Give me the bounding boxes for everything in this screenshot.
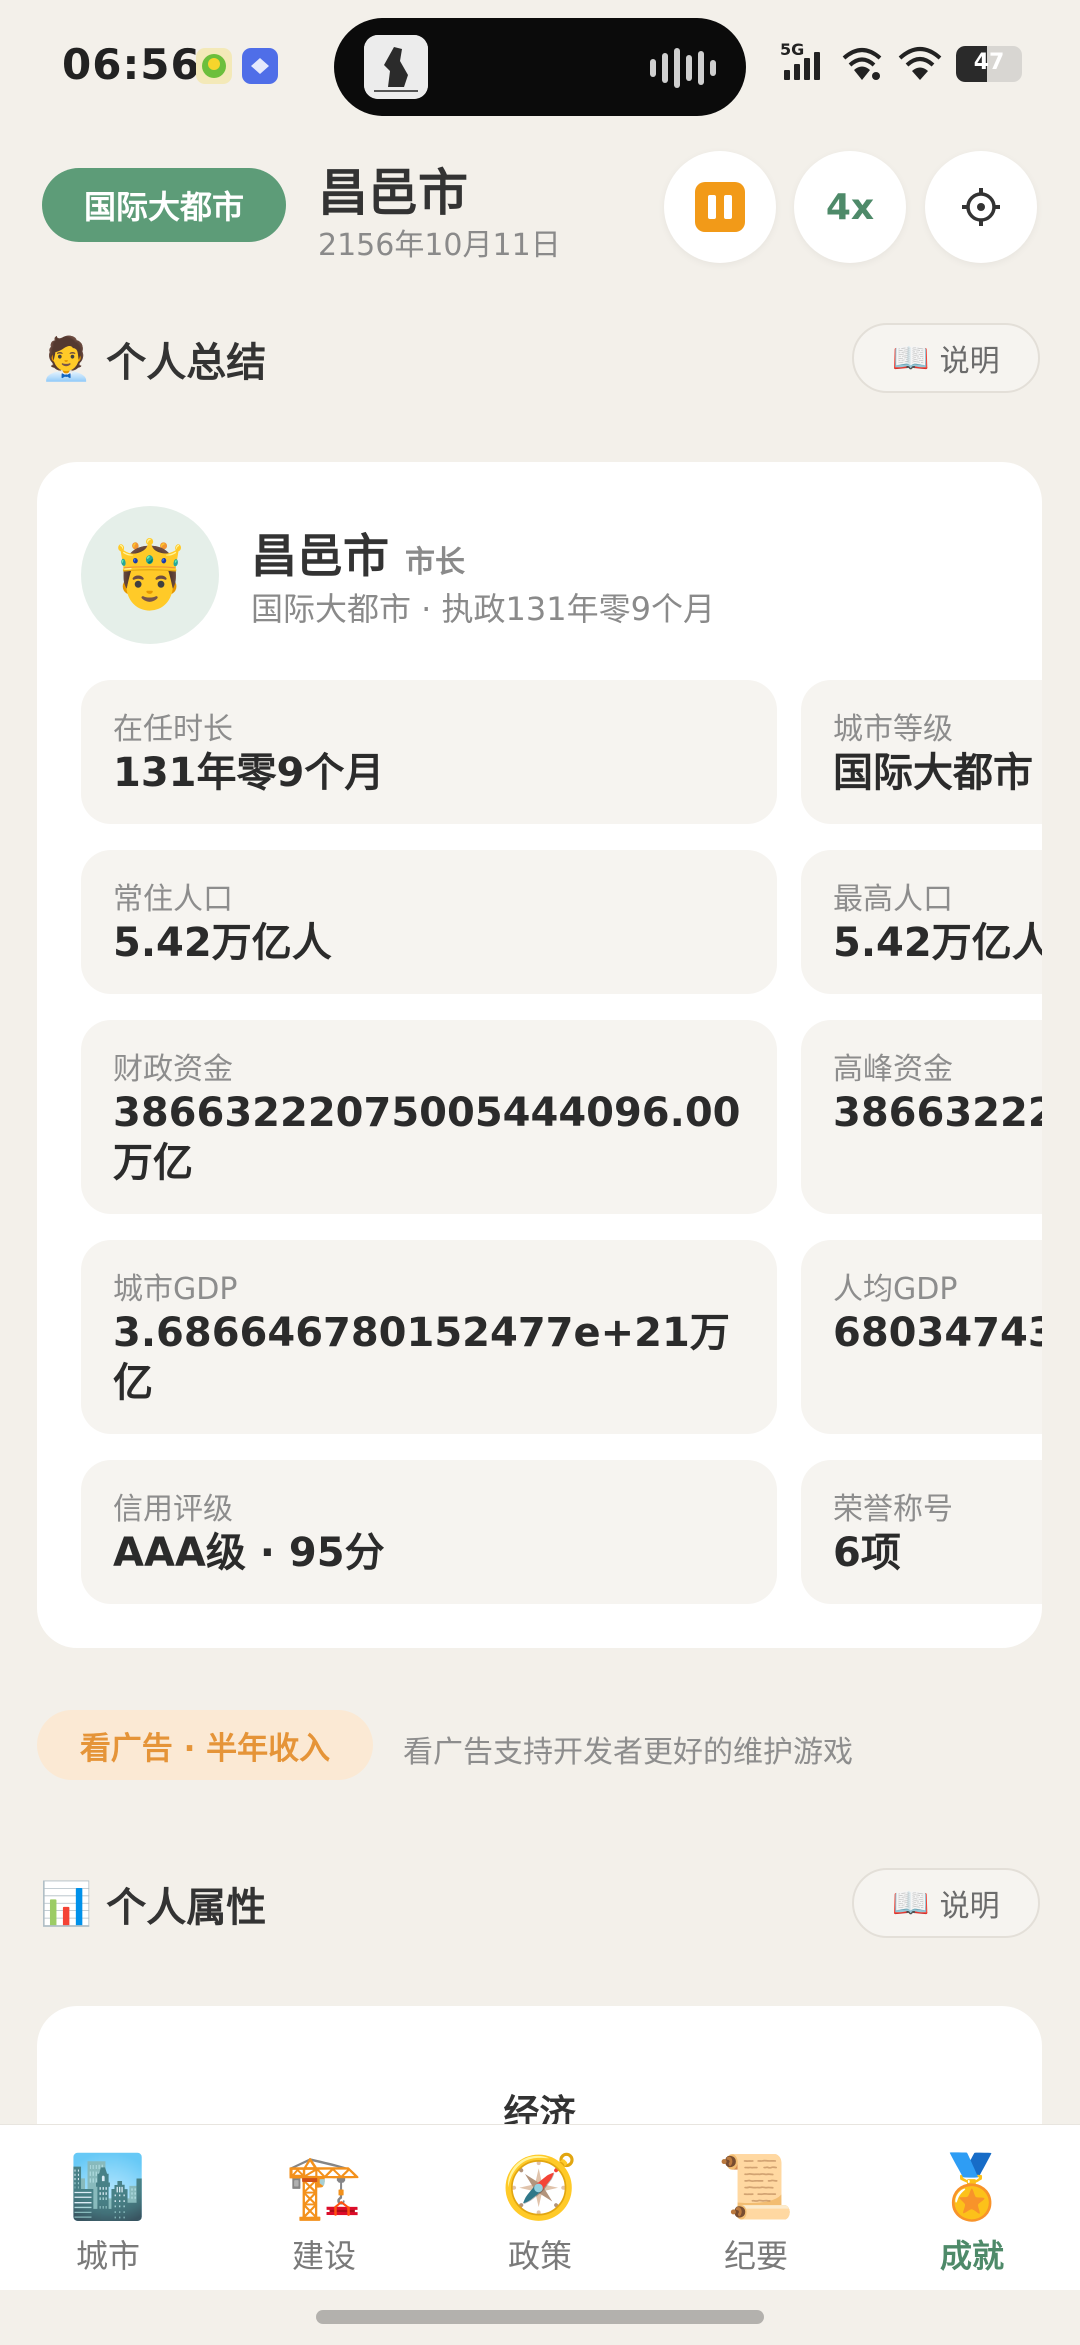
scroll-icon: 📜 bbox=[717, 2150, 795, 2223]
stat-label: 财政资金 bbox=[113, 1052, 233, 1087]
mayor-avatar: 🤴 bbox=[81, 506, 219, 644]
wifi-icon bbox=[898, 47, 942, 80]
stat-value: AAA级 · 95分 bbox=[113, 1530, 385, 1576]
nav-label: 成就 bbox=[939, 2237, 1004, 2275]
summary-section-title: 🧑‍💼 个人总结 bbox=[40, 330, 266, 388]
bar-chart-icon: 📊 bbox=[40, 1879, 93, 1928]
stat-label: 常住人口 bbox=[113, 882, 233, 917]
stat-label: 荣誉称号 bbox=[833, 1492, 953, 1527]
stat-tenure: 在任时长 131年零9个月 bbox=[81, 680, 777, 824]
battery-icon: 47 bbox=[956, 46, 1022, 82]
help-label: 说明 bbox=[939, 344, 1000, 379]
city-rank-badge[interactable]: 国际大都市 bbox=[42, 168, 286, 242]
help-label: 说明 bbox=[939, 1889, 1000, 1924]
nav-build[interactable]: 🏗️ 建设 bbox=[216, 2125, 432, 2290]
city-icon: 🏙️ bbox=[69, 2150, 147, 2223]
summary-help-button[interactable]: 📖 说明 bbox=[852, 323, 1040, 393]
nav-label: 城市 bbox=[75, 2237, 140, 2275]
stat-value: 5.42万亿人 bbox=[833, 920, 1042, 966]
signal-icon: 5G bbox=[780, 40, 826, 82]
audio-wave-icon bbox=[650, 48, 716, 88]
battery-level: 47 bbox=[973, 50, 1005, 75]
stat-label: 信用评级 bbox=[113, 1492, 233, 1527]
stat-credit-rating: 信用评级 AAA级 · 95分 bbox=[81, 1460, 777, 1604]
mayor-subtitle: 国际大都市 · 执政131年零9个月 bbox=[251, 590, 715, 628]
stat-value: 3.686646780152477e+21万亿 bbox=[113, 1310, 730, 1406]
stat-honors: 荣誉称号 6项 bbox=[801, 1460, 1042, 1604]
compass-icon: 🧭 bbox=[501, 2150, 579, 2223]
stat-treasury: 财政资金 386632220750054440​96.00万亿 bbox=[81, 1020, 777, 1214]
stat-value: 680347435 元/人 bbox=[833, 1310, 1042, 1356]
app-notification-icon bbox=[196, 48, 232, 84]
stat-value: 国际大都市 ( bbox=[833, 750, 1042, 796]
dynamic-island[interactable] bbox=[334, 18, 746, 116]
status-indicators: 5G 47 bbox=[780, 40, 1022, 82]
pause-icon bbox=[695, 182, 745, 232]
stat-label: 在任时长 bbox=[113, 712, 233, 747]
stat-gdp: 城市GDP 3.686646780152477e+21万亿 bbox=[81, 1240, 777, 1434]
stat-value: 5.42万亿人 bbox=[113, 920, 332, 966]
city-header: 国际大都市 昌邑市 2156年10月11日 4x bbox=[0, 145, 1080, 275]
stat-gdp-per-capita: 人均GDP 680347435 元/人 bbox=[801, 1240, 1042, 1434]
attributes-title-text: 个人属性 bbox=[106, 1885, 267, 1931]
nav-label: 纪要 bbox=[723, 2237, 788, 2275]
status-bar: 06:56 5G 47 bbox=[0, 0, 1080, 130]
home-bar bbox=[0, 2290, 1080, 2345]
stat-peak-treasury: 高峰资金 386632220 万亿 bbox=[801, 1020, 1042, 1214]
gear-icon bbox=[962, 188, 1000, 226]
stat-city-level: 城市等级 国际大都市 ( bbox=[801, 680, 1042, 824]
stat-value: 131年零9个月 bbox=[113, 750, 385, 796]
speed-button[interactable]: 4x bbox=[794, 151, 906, 263]
nav-achievements[interactable]: 🏅 成就 bbox=[864, 2125, 1080, 2290]
speed-label: 4x bbox=[825, 186, 875, 228]
nav-policy[interactable]: 🧭 政策 bbox=[432, 2125, 648, 2290]
stat-label: 城市GDP bbox=[113, 1272, 238, 1307]
stat-label: 高峰资金 bbox=[833, 1052, 953, 1087]
crane-icon: 🏗️ bbox=[285, 2150, 363, 2223]
summary-card: 🤴 昌邑市 市长 国际大都市 · 执政131年零9个月 在任时长 131年零9个… bbox=[37, 462, 1042, 1648]
summary-title-text: 个人总结 bbox=[106, 340, 267, 386]
stat-value: 386632220750054440​96.00万亿 bbox=[113, 1090, 741, 1186]
office-worker-icon: 🧑‍💼 bbox=[40, 334, 93, 383]
mayor-name: 昌邑市 bbox=[251, 529, 389, 583]
hotspot-icon bbox=[842, 48, 882, 80]
pause-button[interactable] bbox=[664, 151, 776, 263]
medal-icon: 🏅 bbox=[933, 2150, 1011, 2223]
bottom-navigation: 🏙️ 城市 🏗️ 建设 🧭 政策 📜 纪要 🏅 成就 bbox=[0, 2124, 1080, 2290]
nav-label: 建设 bbox=[291, 2237, 356, 2275]
book-icon: 📖 bbox=[892, 1885, 930, 1921]
status-time: 06:56 bbox=[62, 40, 201, 89]
city-name: 昌邑市 bbox=[318, 164, 468, 222]
stat-value: 6项 bbox=[833, 1530, 901, 1576]
nav-records[interactable]: 📜 纪要 bbox=[648, 2125, 864, 2290]
crown-person-icon: 🤴 bbox=[108, 536, 192, 613]
nav-label: 政策 bbox=[507, 2237, 572, 2275]
attributes-section-title: 📊 个人属性 bbox=[40, 1875, 266, 1933]
settings-button[interactable] bbox=[925, 151, 1037, 263]
app-notification-icon-2 bbox=[242, 48, 278, 84]
app-screen: 06:56 5G bbox=[0, 0, 1080, 2345]
watch-ad-button[interactable]: 看广告 · 半年收入 bbox=[37, 1710, 373, 1780]
stat-population: 常住人口 5.42万亿人 bbox=[81, 850, 777, 994]
nav-city[interactable]: 🏙️ 城市 bbox=[0, 2125, 216, 2290]
game-date: 2156年10月11日 bbox=[318, 228, 561, 263]
stat-value: 386632220 万亿 bbox=[833, 1090, 1042, 1136]
stat-label: 城市等级 bbox=[833, 712, 953, 747]
stat-label: 最高人口 bbox=[833, 882, 953, 917]
attributes-help-button[interactable]: 📖 说明 bbox=[852, 1868, 1040, 1938]
ad-description: 看广告支持开发者更好的维护游戏 bbox=[403, 1735, 853, 1770]
mayor-name-row: 昌邑市 市长 bbox=[251, 520, 465, 586]
stat-peak-population: 最高人口 5.42万亿人 bbox=[801, 850, 1042, 994]
media-thumbnail bbox=[364, 35, 428, 99]
book-icon: 📖 bbox=[892, 340, 930, 376]
stat-label: 人均GDP bbox=[833, 1272, 958, 1307]
mayor-role: 市长 bbox=[405, 545, 465, 580]
home-indicator[interactable] bbox=[316, 2310, 764, 2324]
